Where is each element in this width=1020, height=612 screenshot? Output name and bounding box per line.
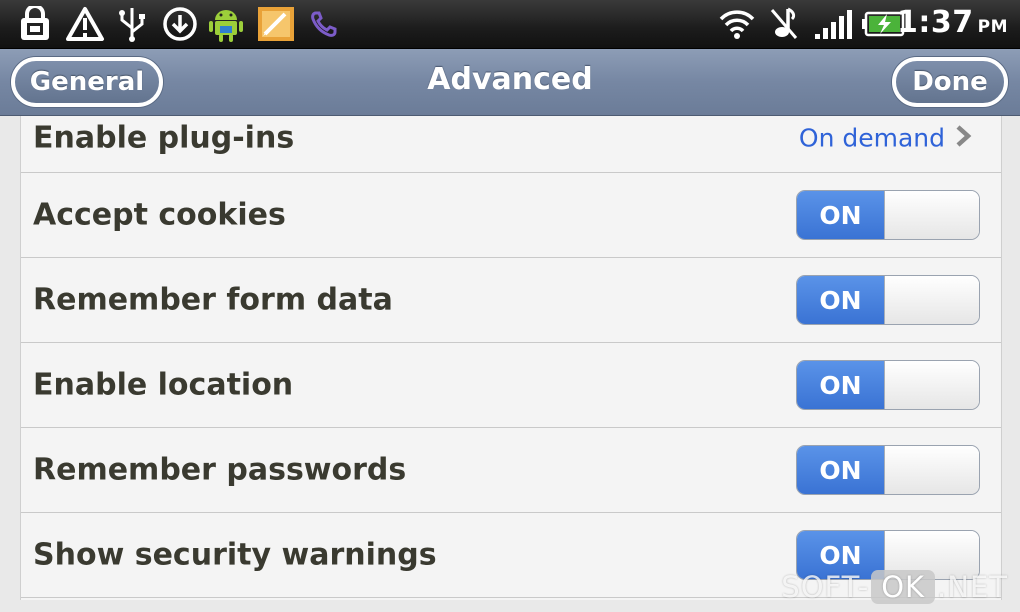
setting-label: Show security warnings <box>33 537 437 573</box>
setting-row-enable-location: Enable location ON <box>21 343 1001 428</box>
download-icon <box>160 6 200 42</box>
watermark: SOFT- OK .NET <box>781 570 1008 604</box>
page-title: Advanced <box>427 62 593 97</box>
toggle-knob[interactable] <box>884 446 979 494</box>
title-bar: General Advanced Done <box>0 49 1020 116</box>
setting-label: Enable location <box>33 367 294 403</box>
watermark-part: OK <box>871 570 936 604</box>
android-icon <box>205 6 247 42</box>
watermark-part: .NET <box>937 570 1008 604</box>
setting-label: Remember passwords <box>33 452 407 488</box>
toggle-on-label: ON <box>797 446 884 494</box>
accept-cookies-toggle[interactable]: ON <box>796 190 980 240</box>
status-bar: 1:37 PM <box>0 0 1020 49</box>
toggle-on-label: ON <box>797 361 884 409</box>
done-button[interactable]: Done <box>892 57 1008 107</box>
toggle-on-label: ON <box>797 276 884 324</box>
chevron-right-icon <box>953 124 973 152</box>
alert-triangle-icon <box>64 6 106 42</box>
viber-icon <box>306 6 342 42</box>
enable-location-toggle[interactable]: ON <box>796 360 980 410</box>
edit-app-icon <box>254 6 298 42</box>
wifi-icon <box>717 6 757 42</box>
vibrate-icon <box>767 6 801 42</box>
setting-value: On demand <box>798 123 945 153</box>
signal-icon <box>812 6 854 42</box>
remember-form-data-toggle[interactable]: ON <box>796 275 980 325</box>
setting-label: Enable plug-ins <box>33 120 295 156</box>
setting-row-remember-passwords: Remember passwords ON <box>21 428 1001 513</box>
settings-list: Enable plug-ins On demand Accept cookies… <box>20 116 1002 600</box>
clock: 1:37 PM <box>896 5 1008 40</box>
watermark-part: SOFT- <box>781 570 870 604</box>
setting-row-remember-form-data: Remember form data ON <box>21 258 1001 343</box>
setting-label: Accept cookies <box>33 197 286 233</box>
remember-passwords-toggle[interactable]: ON <box>796 445 980 495</box>
usb-icon <box>113 6 151 42</box>
lock-icon <box>16 6 54 42</box>
setting-row-accept-cookies: Accept cookies ON <box>21 173 1001 258</box>
setting-label: Remember form data <box>33 282 393 318</box>
toggle-knob[interactable] <box>884 361 979 409</box>
toggle-knob[interactable] <box>884 191 979 239</box>
toggle-on-label: ON <box>797 191 884 239</box>
toggle-knob[interactable] <box>884 276 979 324</box>
setting-row-plugins[interactable]: Enable plug-ins On demand <box>21 116 1001 173</box>
